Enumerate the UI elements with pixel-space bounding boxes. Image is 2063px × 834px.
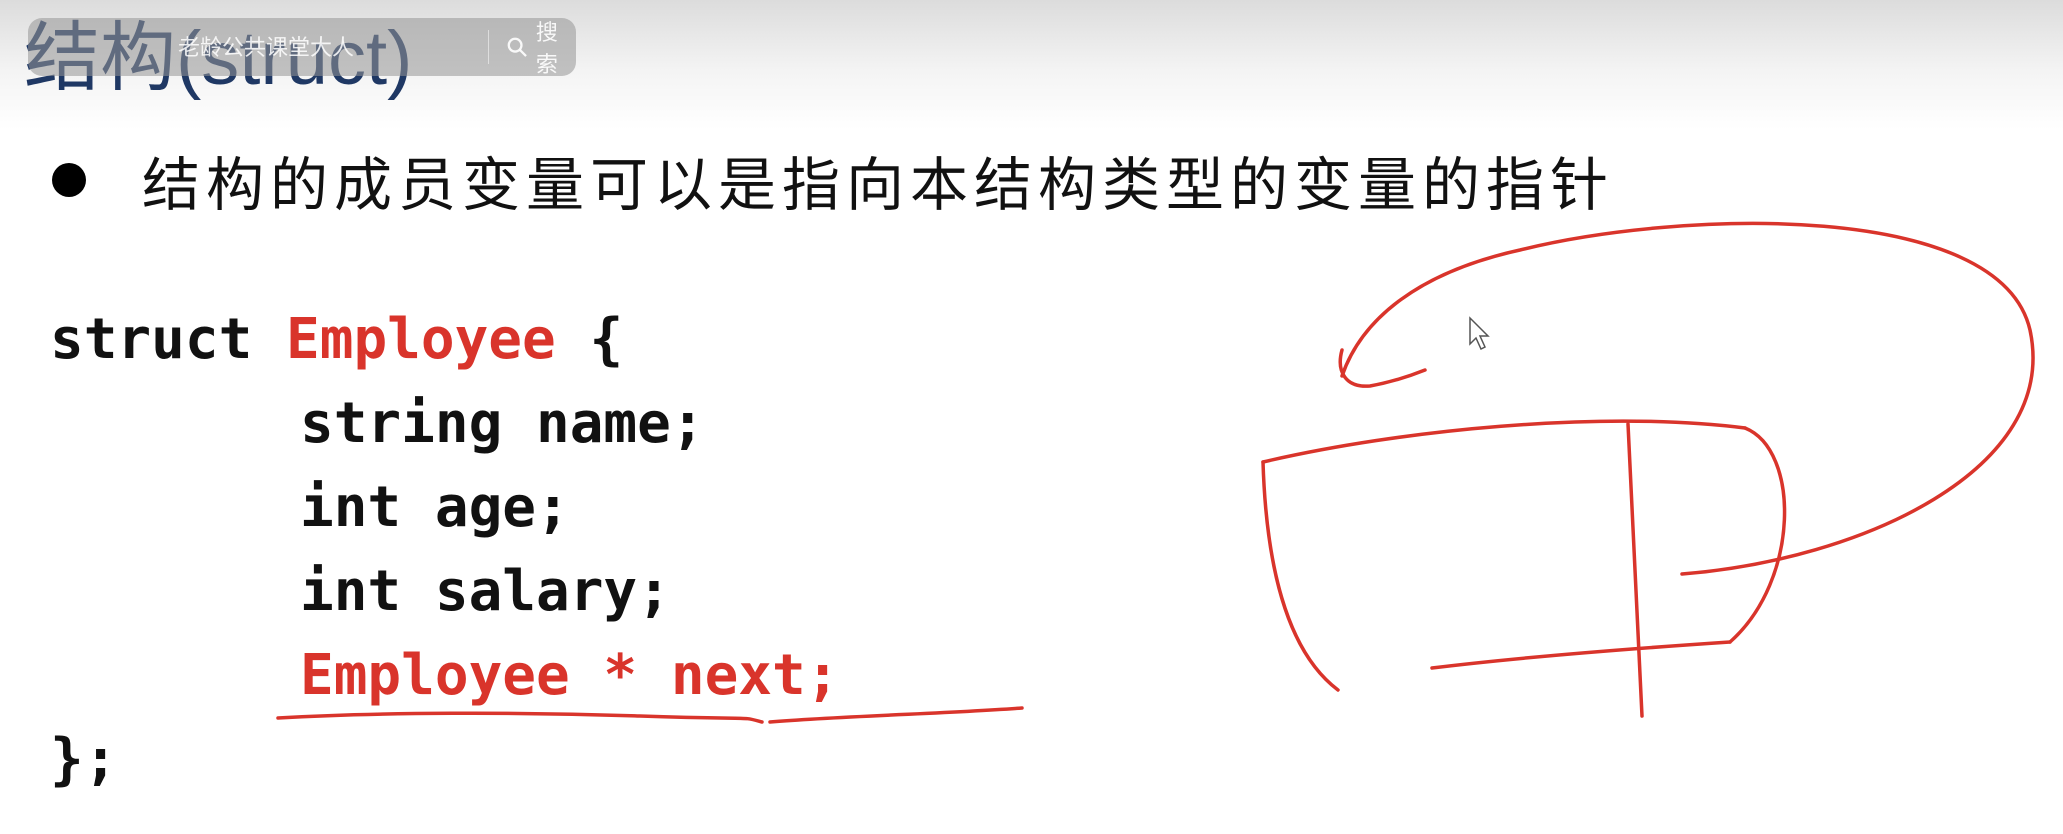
box-left-stroke (1261, 460, 1340, 692)
box-top-stroke (1261, 419, 1747, 464)
underline-type-stroke (276, 711, 764, 724)
underline-name-stroke (768, 706, 1024, 724)
mouse-cursor-icon (1469, 316, 1490, 351)
handwritten-annotation (276, 221, 2035, 724)
arrow-loop-stroke (1340, 221, 2035, 576)
box-right-stroke (1728, 426, 1787, 644)
arrow-head-stroke (1338, 348, 1427, 388)
box-bottom-stroke (1430, 640, 1732, 670)
box-divider-stroke (1626, 422, 1644, 718)
